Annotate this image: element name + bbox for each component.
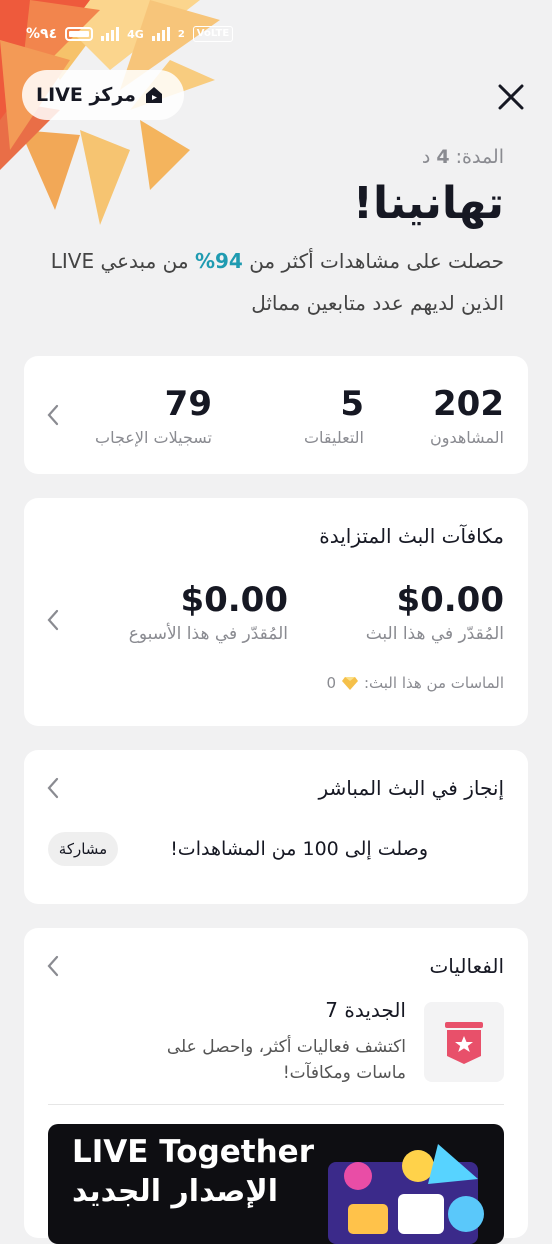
- likes-label: تسجيلات الإعجاب: [95, 428, 212, 447]
- achievement-text: وصلت إلى 100 من المشاهدات!: [170, 838, 428, 860]
- live-center-label: مركز LIVE: [36, 84, 136, 106]
- summary-text-before: حصلت على مشاهدات أكثر من: [242, 249, 504, 273]
- stats-card[interactable]: 202 المشاهدون 5 التعليقات 79 تسجيلات الإ…: [24, 356, 528, 474]
- banner-illustration: [328, 1144, 484, 1244]
- this-week-reward: $0.00 المُقدّر في هذا الأسبوع: [129, 580, 288, 644]
- rewards-title: مكافآت البث المتزايدة: [319, 524, 504, 548]
- likes-stat: 79 تسجيلات الإعجاب: [95, 384, 212, 447]
- this-week-value: $0.00: [180, 580, 288, 620]
- banner-subtitle: الإصدار الجديد: [72, 1174, 279, 1209]
- achievement-card[interactable]: إنجاز في البث المباشر وصلت إلى 100 من ال…: [24, 750, 528, 904]
- network-type: 4G: [127, 27, 144, 41]
- comments-value: 5: [340, 384, 364, 424]
- diamonds-value: 0: [326, 674, 336, 692]
- this-live-value: $0.00: [396, 580, 504, 620]
- live-duration: المدة: 4 د: [422, 146, 504, 168]
- events-card[interactable]: الفعاليات الجديدة 7 اكتشف فعاليات أكثر، …: [24, 928, 528, 1244]
- comments-stat: 5 التعليقات: [304, 384, 364, 447]
- rewards-card[interactable]: مكافآت البث المتزايدة $0.00 المُقدّر في …: [24, 498, 528, 726]
- chevron-left-icon[interactable]: [46, 403, 60, 427]
- diamonds-row: الماسات من هذا البث: 0: [326, 674, 504, 692]
- chevron-left-icon[interactable]: [46, 776, 60, 800]
- comments-label: التعليقات: [303, 428, 364, 447]
- sim-number: 2: [177, 28, 185, 40]
- viewers-stat: 202 المشاهدون: [430, 384, 504, 447]
- likes-value: 79: [164, 384, 212, 424]
- viewers-value: 202: [433, 384, 504, 424]
- ribbon-badge-icon: [445, 1022, 483, 1064]
- performance-summary: حصلت على مشاهدات أكثر من 94% من مبدعي LI…: [34, 240, 504, 324]
- home-icon: [145, 87, 162, 103]
- events-icon: [424, 1002, 504, 1082]
- banner-title: LIVE Together: [72, 1134, 314, 1170]
- viewers-label: المشاهدون: [429, 428, 504, 447]
- diamond-icon: [342, 677, 358, 690]
- signal-icon-2: [151, 27, 170, 41]
- signal-icon: [101, 27, 120, 41]
- live-center-button[interactable]: مركز LIVE: [22, 70, 184, 120]
- this-week-label: المُقدّر في هذا الأسبوع: [128, 624, 288, 644]
- achievement-title: إنجاز في البث المباشر: [318, 776, 504, 800]
- chevron-left-icon[interactable]: [46, 954, 60, 978]
- events-item-title: الجديدة 7: [325, 998, 406, 1022]
- chevron-left-icon[interactable]: [46, 608, 60, 632]
- battery-percent: %٩٤: [26, 26, 58, 42]
- diamonds-label: الماسات من هذا البث:: [364, 674, 504, 692]
- divider: [48, 1104, 504, 1105]
- this-live-reward: $0.00 المُقدّر في هذا البث: [366, 580, 504, 644]
- battery-icon: [65, 27, 94, 41]
- this-live-label: المُقدّر في هذا البث: [365, 624, 504, 644]
- status-bar: %٩٤ 4G 2 VoLTE: [26, 18, 234, 50]
- congrats-title: تهانينا!: [352, 178, 504, 229]
- live-together-banner[interactable]: LIVE Together الإصدار الجديد: [48, 1124, 504, 1244]
- events-title: الفعاليات: [429, 954, 504, 978]
- duration-value: 4: [436, 146, 450, 168]
- share-button[interactable]: مشاركة: [48, 832, 118, 866]
- close-icon[interactable]: [494, 80, 528, 114]
- volte-badge: VoLTE: [192, 26, 234, 42]
- summary-percentage: 94%: [194, 249, 243, 273]
- events-item-description: اكتشف فعاليات أكثر، واحصل على ماسات ومكا…: [166, 1037, 406, 1083]
- duration-unit: د: [421, 146, 431, 168]
- duration-label: المدة:: [455, 146, 504, 168]
